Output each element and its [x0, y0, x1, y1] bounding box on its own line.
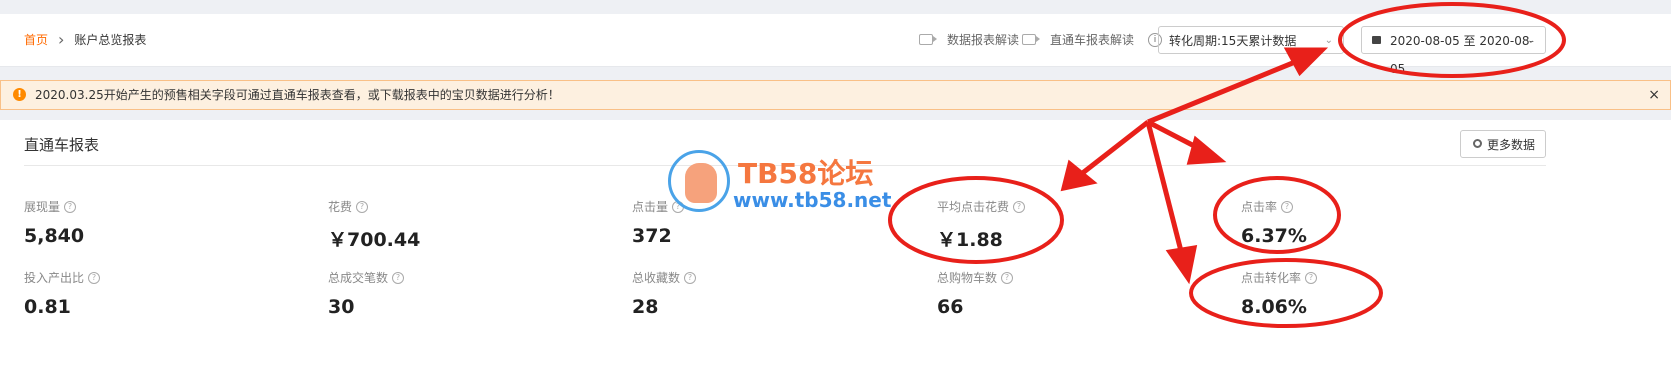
annotation-arrow-line	[1145, 121, 1185, 256]
annotation-overlay	[888, 2, 1566, 328]
annotation-circle-conversion	[1189, 258, 1383, 328]
annotation-arrowhead	[1283, 47, 1329, 77]
annotation-arrow-line	[1078, 120, 1150, 177]
annotation-circle-avg-cost	[888, 176, 1064, 264]
annotation-circle-date	[1338, 2, 1566, 78]
annotation-circle-ctr	[1213, 176, 1341, 254]
annotation-arrowhead	[1165, 244, 1198, 285]
annotation-arrow-line	[1147, 57, 1301, 125]
annotation-arrowhead	[1186, 135, 1227, 165]
